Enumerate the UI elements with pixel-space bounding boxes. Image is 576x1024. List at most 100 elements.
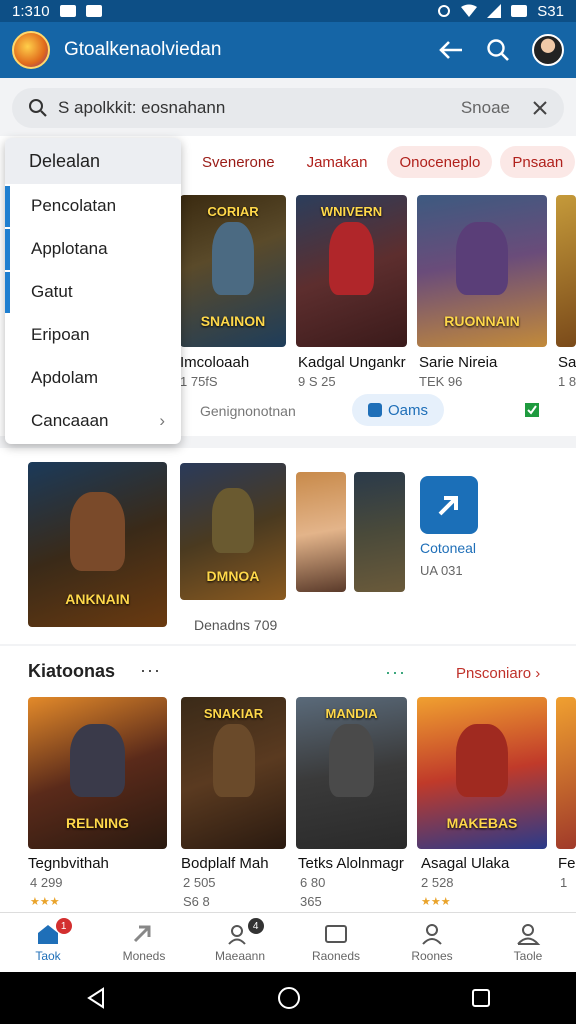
section-heading: Kiatoonas [28,661,116,681]
game-card-2-logo: WNIVERN [320,204,383,220]
app-title-link[interactable]: Cotoneal [420,540,476,556]
game-card-4-image[interactable] [556,195,576,347]
bottom-navigation: 1 Taok Moneds 4 Maeaann Raoneds Roones T… [0,912,576,972]
game-card-1-title[interactable]: Imcoloaah [180,354,249,371]
dropdown-item-5[interactable]: Cancaaan › [5,399,181,442]
nav-item-1[interactable]: Moneds [96,913,192,972]
game-card-3-image[interactable]: RUONNAIN [417,195,547,347]
nav-label: Roones [411,948,453,963]
arrow-icon [133,925,151,942]
featured-card-2-image[interactable]: DMNOA [180,463,286,600]
dropdown-item-2[interactable]: Gatut [5,270,181,313]
search-icon[interactable] [486,38,510,62]
recents-square-icon[interactable] [471,988,491,1008]
catalog-card-3-title[interactable]: Tetks Alolnmagr [298,855,404,872]
person-icon [422,923,442,945]
catalog-card-4-image[interactable]: MAKEBAS [417,697,547,849]
home-circle-icon[interactable] [277,986,301,1010]
dots-icon[interactable]: ··· [385,662,406,683]
dropdown-header[interactable]: Delealan [5,138,181,184]
chip-1[interactable]: Jamakan [295,146,380,178]
game-card-3-title[interactable]: Sarie Nireia [419,354,497,371]
catalog-card-1-meta: 4 299 [30,875,63,890]
chip-0[interactable]: Svenerone [190,146,287,178]
nav-item-5[interactable]: Taole [480,913,576,972]
app-logo[interactable] [12,31,50,69]
user-avatar[interactable] [532,34,564,66]
search-input[interactable]: S apolkkit: eosnahann [58,98,225,118]
catalog-card-4-meta: 2 528 [421,875,454,890]
game-card-3-banner: RUONNAIN [444,312,520,329]
rating-stars: ★★★ [421,896,451,908]
catalog-card-2-title[interactable]: Bodplalf Mah [181,855,269,872]
game-card-4-title[interactable]: Sa [558,354,576,371]
dropdown-item-label: Apdolam [31,367,99,387]
filter-chips: Svenerone Jamakan Onoceneplo Pnsaan [190,146,576,178]
game-card-2-title[interactable]: Kadgal Ungankr [298,354,406,371]
app-bar: Gtoalkenaolviedan [0,22,576,78]
game-card-2-image[interactable]: WNIVERN [296,195,407,347]
app-notification-icon [85,5,102,17]
chip-3[interactable]: Pnsaan [500,146,576,178]
catalog-card-3-meta: 6 80 [300,875,326,890]
featured-large-image[interactable]: ANKNAIN [28,462,167,627]
search-hint: Snoae [460,98,510,117]
catalog-card-5-meta: 1 [560,875,568,890]
battery-icon [511,5,528,17]
app-icon[interactable] [420,476,478,534]
box-icon [325,924,347,943]
dropdown-item-1[interactable]: Applotana [5,227,181,270]
close-icon[interactable] [532,100,548,116]
featured-caption: Denadns 709 [194,617,278,633]
nav-item-3[interactable]: Raoneds [288,913,384,972]
nav-item-2[interactable]: 4 Maeaann [192,913,288,972]
game-card-1-meta: 1 75fS [180,374,218,389]
featured-card-3-image[interactable] [296,472,346,592]
dropdown-item-label: Gatut [31,281,73,301]
catalog-card-2-meta: 2 505 [183,875,216,890]
catalog-card-2-image[interactable]: SNAKIAR [181,697,286,849]
games-pill[interactable]: Oams [352,394,445,426]
featured-card-2-banner: DMNOA [206,567,260,584]
catalog-card-1-image[interactable]: RELNING [28,697,167,849]
wifi-icon [461,4,478,17]
nav-label: Maeaann [214,948,266,963]
dropdown-item-label: Pencolatan [31,195,117,215]
game-card-1-image[interactable]: CORIAR SNAINON [180,195,286,347]
catalog-card-5-image[interactable] [556,697,576,849]
back-arrow-icon[interactable] [438,39,464,61]
featured-large-banner: ANKNAIN [65,591,130,608]
games-pill-label: Oams [388,401,429,419]
game-card-1-logo: CORIAR [207,204,259,220]
catalog-card-2-logo: SNAKIAR [203,706,264,722]
system-navigation [0,972,576,1024]
status-right-text: S31 [537,2,564,20]
search-bar[interactable]: S apolkkit: eosnahann Snoae [12,88,564,128]
back-triangle-icon[interactable] [85,987,107,1009]
catalog-card-1-title[interactable]: Tegnbvithah [28,855,109,872]
dropdown-item-4[interactable]: Apdolam [5,356,181,399]
section-link[interactable]: Pnsconiaro › [456,665,540,682]
nav-item-4[interactable]: Roones [384,913,480,972]
dropdown-item-label: Eripoan [31,324,90,344]
catalog-card-3-image[interactable]: MANDIA [296,697,407,849]
arrow-icon [438,496,458,516]
app-meta: UA 031 [420,563,463,578]
section-link-label: Pnsconiaro [456,665,532,682]
featured-card-4-image[interactable] [354,472,405,592]
catalog-card-4-title[interactable]: Asagal Ulaka [421,855,509,872]
dropdown-item-label: Applotana [31,238,108,258]
notification-icon [59,5,76,17]
nav-label: Moneds [122,948,166,963]
dropdown-item-3[interactable]: Eripoan [5,313,181,356]
status-time: 1:310 [12,2,50,20]
catalog-card-3-meta2: 365 [300,894,322,909]
chip-2[interactable]: Onoceneplo [387,146,493,178]
nav-item-0[interactable]: 1 Taok [0,913,96,972]
more-options-icon[interactable]: ··· [140,660,161,681]
catalog-card-5-title[interactable]: Fe [558,855,576,872]
dropdown-item-0[interactable]: Pencolatan [5,184,181,227]
catalog-card-3-logo: MANDIA [325,706,378,722]
game-card-1-banner: SNAINON [200,312,266,329]
nav-label: Raoneds [311,948,361,963]
